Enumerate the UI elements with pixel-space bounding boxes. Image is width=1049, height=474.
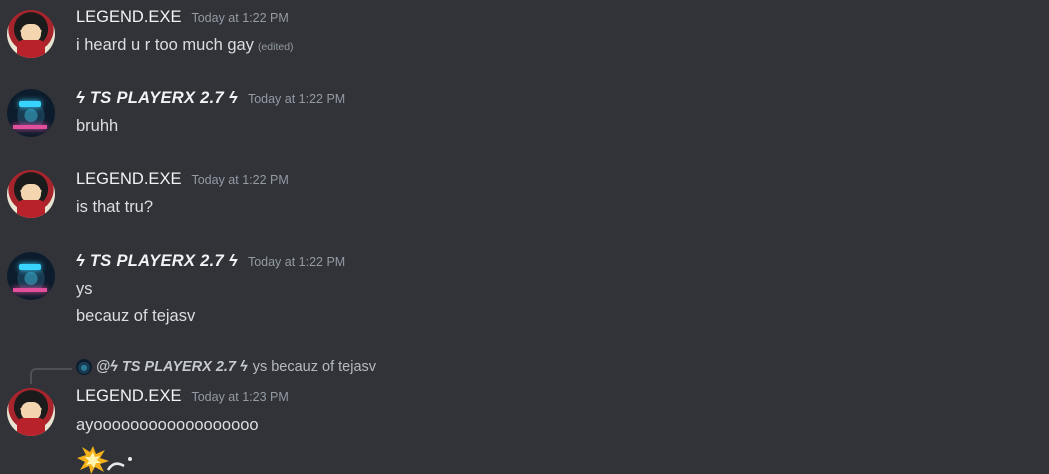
edited-label: (edited): [257, 41, 294, 53]
message-text: is that tru?: [76, 198, 154, 216]
message-header: ϟ TS PLAYERX 2.7 ϟ Today at 1:22 PM: [76, 252, 345, 274]
message-text: ys: [76, 280, 93, 298]
message-text: becauz of tejasv: [76, 307, 196, 325]
timestamp[interactable]: Today at 1:22 PM: [248, 92, 345, 106]
reply-avatar: [76, 359, 92, 375]
timestamp[interactable]: Today at 1:22 PM: [191, 173, 288, 187]
username[interactable]: LEGEND.EXE: [76, 387, 181, 406]
message-header: LEGEND.EXE Today at 1:22 PM: [76, 8, 289, 30]
message-text: i heard u r too much gay (edited): [76, 36, 294, 54]
timestamp[interactable]: Today at 1:22 PM: [248, 255, 345, 269]
avatar[interactable]: [7, 89, 55, 137]
username[interactable]: ϟ TS PLAYERX 2.7 ϟ: [76, 89, 238, 108]
avatar[interactable]: [7, 170, 55, 218]
message-text: ayoooooooooooooooooo: [76, 416, 259, 434]
avatar[interactable]: [7, 252, 55, 300]
username[interactable]: ϟ TS PLAYERX 2.7 ϟ: [76, 252, 238, 271]
reply-spine: [30, 368, 72, 384]
timestamp[interactable]: Today at 1:22 PM: [191, 11, 288, 25]
reply-username[interactable]: @ϟ TS PLAYERX 2.7 ϟ: [96, 359, 248, 375]
boom-icon: [77, 446, 109, 474]
avatar[interactable]: [7, 388, 55, 436]
message-header: ϟ TS PLAYERX 2.7 ϟ Today at 1:22 PM: [76, 89, 345, 111]
message-header: LEGEND.EXE Today at 1:22 PM: [76, 170, 289, 192]
message-header: LEGEND.EXE Today at 1:23 PM: [76, 387, 289, 409]
reply-preview[interactable]: @ϟ TS PLAYERX 2.7 ϟ ys becauz of tejasv: [76, 357, 376, 377]
message-text: bruhh: [76, 117, 119, 135]
reply-text[interactable]: ys becauz of tejasv: [253, 359, 376, 375]
avatar[interactable]: [7, 10, 55, 58]
pointer-icon: [106, 457, 132, 471]
timestamp[interactable]: Today at 1:23 PM: [191, 390, 288, 404]
username[interactable]: LEGEND.EXE: [76, 8, 181, 27]
username[interactable]: LEGEND.EXE: [76, 170, 181, 189]
